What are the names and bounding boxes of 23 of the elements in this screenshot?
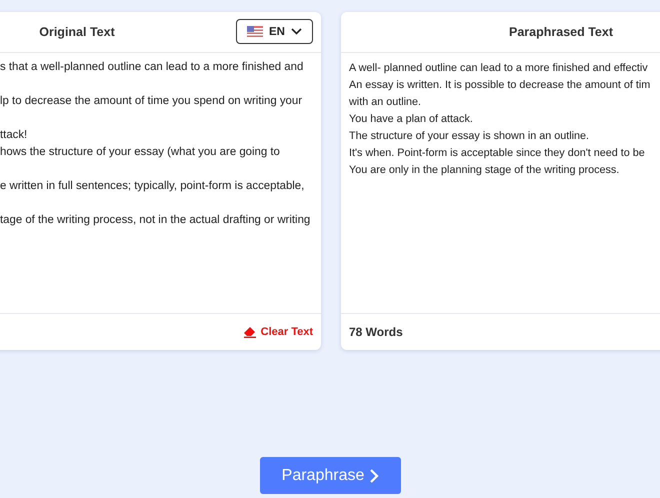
text-line: lp to decrease the amount of time you spend on writing your xyxy=(0,94,304,109)
word-count: 78 Words xyxy=(349,325,403,339)
text-line: ttack! xyxy=(0,128,28,143)
language-dropdown[interactable]: EN xyxy=(236,19,313,44)
text-line: It's when. Point-form is acceptable since they don't need to be xyxy=(349,146,646,161)
clear-text-button[interactable]: Clear Text xyxy=(242,326,313,338)
flag-icon xyxy=(247,26,263,37)
text-line: e written in full sentences; typically, point-form is acceptable, xyxy=(0,179,306,194)
eraser-icon xyxy=(242,326,257,338)
text-line: with an outline. xyxy=(349,95,422,110)
chevron-right-icon xyxy=(369,468,380,484)
chevron-down-icon xyxy=(290,28,302,35)
panel-title: Original Text xyxy=(39,25,115,39)
text-line: hows the structure of your essay (what you are going to xyxy=(0,145,281,160)
text-line: You have a plan of attack. xyxy=(349,112,474,127)
text-line: A well- planned outline can lead to a more finished and effectiv xyxy=(349,61,649,76)
paraphrase-button[interactable]: Paraphrase xyxy=(260,457,401,494)
text-line: An essay is written. It is possible to decrease the amount of tim xyxy=(349,78,652,93)
text-line: tage of the writing process, not in the actual drafting or writing xyxy=(0,213,312,228)
text-line: You are only in the planning stage of the writing process. xyxy=(349,163,620,178)
text-line: s that a well-planned outline can lead to a more finished and xyxy=(0,60,304,75)
panel-title: Paraphrased Text xyxy=(509,25,613,39)
text-line: The structure of your essay is shown in an outline. xyxy=(349,129,590,144)
